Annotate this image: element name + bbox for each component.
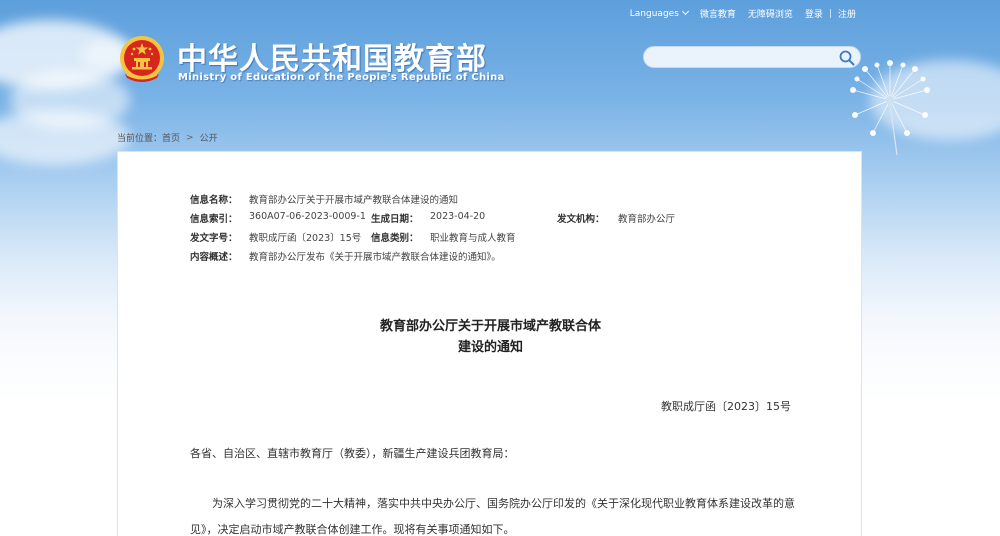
breadcrumb-separator: > [186, 132, 194, 143]
breadcrumb-home-link[interactable]: 首页 [162, 131, 180, 144]
meta-value-index: 360A07-06-2023-0009-1 [249, 211, 366, 222]
meta-row-docno: 发文字号： 教职成厅函〔2023〕15号 信息类别： 职业教育与成人教育 [190, 230, 730, 249]
search-input[interactable] [654, 49, 834, 65]
top-links: Languages 微言教育 无障碍浏览 登录 | 注册 [624, 7, 862, 20]
meta-value-category: 职业教育与成人教育 [430, 233, 516, 244]
meta-label-index: 信息索引： [190, 214, 238, 225]
meta-row-summary: 内容概述： 教育部办公厅发布《关于开展市域产教联合体建设的通知》。 [190, 249, 730, 268]
breadcrumb-current-link[interactable]: 公开 [200, 131, 218, 144]
cloud-decoration [0, 110, 130, 165]
meta-label-category: 信息类别： [371, 233, 419, 244]
document-salutation: 各省、自治区、直辖市教育厅（教委），新疆生产建设兵团教育局： [190, 447, 515, 460]
national-emblem-icon[interactable] [117, 34, 167, 86]
meta-value-summary: 教育部办公厅发布《关于开展市域产教联合体建设的通知》。 [249, 252, 501, 263]
search-box [643, 46, 861, 68]
meta-value-name: 教育部办公厅关于开展市域产教联合体建设的通知 [249, 195, 459, 206]
meta-label-name: 信息名称： [190, 195, 238, 206]
accessible-browsing-link[interactable]: 无障碍浏览 [742, 7, 799, 20]
meta-value-docno: 教职成厅函〔2023〕15号 [249, 233, 362, 244]
document-title-line2: 建设的通知 [457, 340, 523, 355]
meta-label-summary: 内容概述： [190, 252, 238, 263]
meta-label-date: 生成日期： [371, 214, 419, 225]
breadcrumb-prefix: 当前位置： [117, 134, 163, 144]
meta-label-docno: 发文字号： [190, 233, 238, 244]
meta-row-index: 信息索引： 360A07-06-2023-0009-1 生成日期： 2023-0… [190, 211, 730, 230]
login-link[interactable]: 登录 [799, 7, 829, 20]
meta-value-issuer: 教育部办公厅 [618, 214, 676, 225]
chevron-down-icon [681, 7, 689, 15]
info-metadata-table: 信息名称： 教育部办公厅关于开展市域产教联合体建设的通知 信息索引： 360A0… [190, 192, 730, 268]
breadcrumb: 当前位置： 首页 > 公开 [117, 131, 218, 145]
meta-row-name: 信息名称： 教育部办公厅关于开展市域产教联合体建设的通知 [190, 192, 730, 211]
languages-dropdown[interactable]: Languages [624, 7, 694, 19]
register-link[interactable]: 注册 [832, 7, 862, 20]
meta-value-date: 2023-04-20 [430, 211, 486, 222]
weibo-link[interactable]: 微言教育 [694, 7, 742, 20]
meta-label-issuer: 发文机构： [557, 214, 605, 225]
languages-label: Languages [629, 8, 679, 19]
document-number: 教职成厅函〔2023〕15号 [661, 400, 791, 413]
dandelion-decoration-icon [850, 60, 930, 155]
site-title-english[interactable]: Ministry of Education of the People's Re… [178, 72, 505, 83]
article-panel: 信息名称： 教育部办公厅关于开展市域产教联合体建设的通知 信息索引： 360A0… [117, 151, 862, 536]
document-paragraph: 为深入学习贯彻党的二十大精神，落实中共中央办公厅、国务院办公厅印发的《关于深化现… [190, 497, 795, 536]
document-title-line1: 教育部办公厅关于开展市域产教联合体 [379, 319, 601, 334]
